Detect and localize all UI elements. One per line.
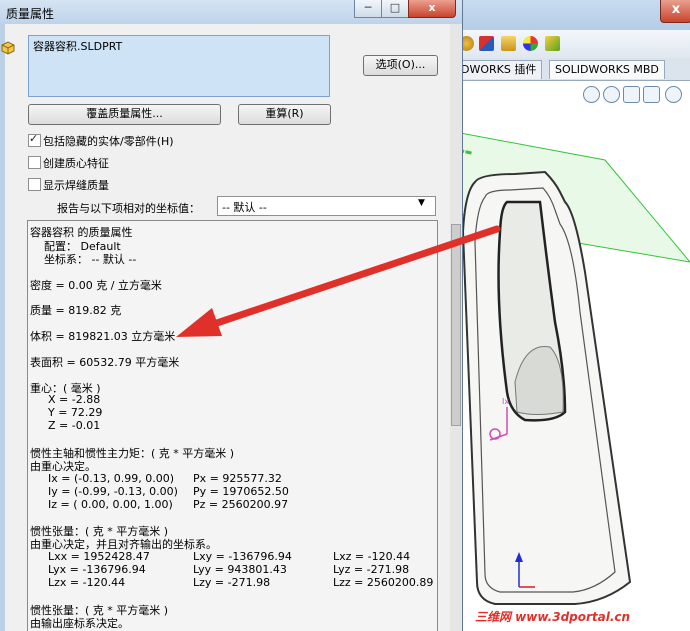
results-lyy: Lyy = 943801.43 <box>193 563 287 576</box>
results-iy: Iy = (-0.99, -0.13, 0.00) <box>48 485 178 498</box>
zoom-to-area-icon[interactable] <box>603 86 620 103</box>
results-cog-x: X = -2.88 <box>48 393 101 406</box>
options-button[interactable]: 选项(O)... <box>363 55 438 76</box>
dialog-title: 质量属性 <box>6 7 55 21</box>
solidworks-titlebar <box>455 0 690 30</box>
results-mass: 质量 = 819.82 克 <box>30 304 122 317</box>
solidworks-toolbar <box>455 30 690 59</box>
results-cog-z: Z = -0.01 <box>48 419 101 432</box>
results-volume: 体积 = 819821.03 立方毫米 <box>30 330 176 343</box>
tab-solidworks-mbd[interactable]: SOLIDWORKS MBD <box>549 60 665 79</box>
scene-icon[interactable] <box>523 36 538 51</box>
results-tensor2-sub: 由输出座标系决定。 <box>30 617 129 630</box>
include-hidden-checkbox[interactable] <box>28 132 41 147</box>
coordinate-system-value: -- 默认 -- <box>222 201 267 214</box>
show-weld-mass-label[interactable]: 显示焊缝质量 <box>43 177 109 193</box>
override-mass-properties-button[interactable]: 覆盖质量属性... <box>28 104 221 125</box>
dialog-scrollbar[interactable] <box>450 24 462 631</box>
zoom-to-fit-icon[interactable] <box>583 86 600 103</box>
minimize-button[interactable]: ─ <box>354 0 382 18</box>
coordinate-system-select[interactable]: -- 默认 -- ▼ <box>217 196 436 216</box>
svg-text:Ix: Ix <box>502 397 509 406</box>
selected-items-list[interactable]: 容器容积.SLDPRT <box>28 35 330 97</box>
view-orientation-icon[interactable] <box>665 86 682 103</box>
results-lxx: Lxx = 1952428.47 <box>48 550 150 563</box>
dialog-left-border <box>0 24 5 631</box>
command-manager-tabs: DWORKS 插件 SOLIDWORKS MBD <box>455 58 690 81</box>
chevron-down-icon[interactable]: ▼ <box>418 198 425 208</box>
results-iz: Iz = ( 0.00, 0.00, 1.00) <box>48 498 173 511</box>
results-lxy: Lxy = -136796.94 <box>193 550 292 563</box>
tab-solidworks-addins[interactable]: DWORKS 插件 <box>455 60 543 79</box>
results-lyx: Lyx = -136796.94 <box>48 563 146 576</box>
include-hidden-label[interactable]: 包括隐藏的实体/零部件(H) <box>43 133 174 149</box>
results-lzx: Lzx = -120.44 <box>48 576 126 589</box>
dialog-titlebar[interactable]: 质量属性 ─ □ x <box>0 0 462 24</box>
recalculate-button[interactable]: 重算(R) <box>238 104 331 125</box>
solidworks-main-window: x DWORKS 插件 SOLIDWORKS MBD ▬▬ Ix 三维网 www… <box>455 0 690 631</box>
results-lxz: Lxz = -120.44 <box>333 550 411 563</box>
previous-view-icon[interactable] <box>623 86 640 103</box>
watermark-text: 三维网 www.3dportal.cn <box>475 610 631 624</box>
results-px: Px = 925577.32 <box>193 472 282 485</box>
selected-item-filename[interactable]: 容器容积.SLDPRT <box>33 38 122 54</box>
dialog-client-area: 容器容积.SLDPRT 选项(O)... 覆盖质量属性... 重算(R) 包括隐… <box>0 24 457 631</box>
results-lzz: Lzz = 2560200.89 <box>333 576 434 589</box>
close-button[interactable]: x <box>408 0 456 18</box>
maximize-button[interactable]: □ <box>381 0 409 18</box>
scrollbar-thumb[interactable] <box>451 224 461 426</box>
results-surface-area: 表面积 = 60532.79 平方毫米 <box>30 356 180 369</box>
results-density: 密度 = 0.00 克 / 立方毫米 <box>30 279 162 292</box>
results-pz: Pz = 2560200.97 <box>193 498 289 511</box>
create-com-feature-checkbox[interactable] <box>28 156 41 169</box>
results-coord: 坐标系： -- 默认 -- <box>44 253 137 266</box>
hide-show-icon[interactable] <box>501 36 516 51</box>
solidworks-close-button[interactable]: x <box>660 0 690 23</box>
results-cog-y: Y = 72.29 <box>48 406 103 419</box>
coordinate-ref-label: 报告与以下项相对的坐标值： <box>57 202 200 215</box>
results-ix: Ix = (-0.13, 0.99, 0.00) <box>48 472 174 485</box>
create-com-feature-label[interactable]: 创建质心特征 <box>43 155 109 171</box>
results-lzy: Lzy = -271.98 <box>193 576 271 589</box>
section-view-icon[interactable] <box>643 86 660 103</box>
show-weld-mass-checkbox[interactable] <box>28 178 41 191</box>
results-lyz: Lyz = -271.98 <box>333 563 410 576</box>
mass-properties-results[interactable]: 容器容积 的质量属性 配置： Default 坐标系： -- 默认 -- 密度 … <box>27 220 438 631</box>
view-settings-icon[interactable] <box>545 36 560 51</box>
part-icon <box>1 41 15 55</box>
mass-properties-dialog: 质量属性 ─ □ x 容器容积.SLDPRT 选项(O)... 覆盖质量属性..… <box>0 0 463 631</box>
results-py: Py = 1970652.50 <box>193 485 289 498</box>
display-style-icon[interactable] <box>479 36 494 51</box>
graphics-area-3d-model[interactable]: ▬▬ Ix <box>455 112 690 612</box>
